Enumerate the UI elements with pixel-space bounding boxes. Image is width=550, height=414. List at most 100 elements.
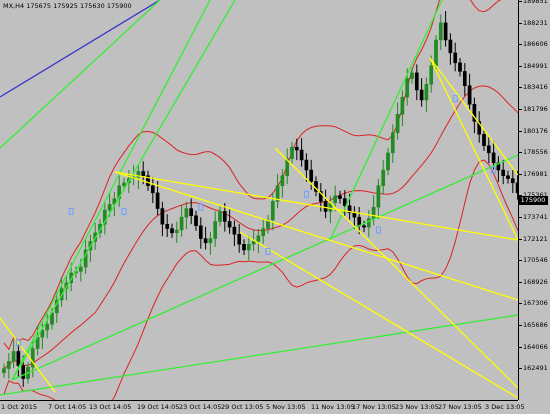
- candle-body: [189, 208, 194, 216]
- candle-body: [141, 171, 146, 176]
- candle-body: [227, 221, 232, 228]
- signal-marker: [121, 207, 127, 215]
- blue-trendline: [0, 0, 161, 98]
- time-tick-label: 7 Oct 14:05: [48, 403, 87, 411]
- symbol-timeframe: MX,H4: [3, 2, 25, 10]
- candle-body: [218, 211, 222, 222]
- candle-body: [390, 132, 395, 154]
- price-tick-mark: [519, 260, 522, 262]
- price-tick-mark: [519, 238, 522, 240]
- candle-body: [198, 225, 203, 239]
- chart-header: MX,H4 175675 175925 175630 175900: [3, 2, 132, 10]
- candle-body: [270, 201, 275, 221]
- candle-body: [294, 146, 299, 151]
- green-trendline-f: [329, 0, 443, 241]
- candle-body: [410, 72, 414, 79]
- signal-marker: [303, 190, 309, 198]
- price-tick-label: 189851: [523, 0, 548, 5]
- candle-body: [203, 238, 208, 244]
- time-tick-label: 23 Oct 14:05: [179, 403, 222, 411]
- candle-body: [170, 228, 174, 234]
- candle-body: [429, 65, 434, 85]
- price-tick-mark: [519, 22, 522, 24]
- candle-body: [232, 226, 237, 235]
- candle-body: [150, 185, 155, 194]
- candle-body: [251, 241, 256, 245]
- yellow-trendline-c: [274, 147, 518, 389]
- time-tick-label: 11 Nov 13:05: [311, 403, 355, 411]
- signal-marker: [375, 226, 381, 234]
- candle-body: [376, 185, 381, 208]
- price-tick-mark: [519, 325, 522, 326]
- candle-body: [462, 71, 467, 86]
- green-trendline-b: [11, 0, 211, 381]
- price-tick-label: 170546: [523, 256, 548, 265]
- candle-body: [333, 195, 338, 204]
- candle-body: [414, 72, 419, 91]
- candle-body: [122, 182, 126, 186]
- price-tick-label: 180176: [523, 126, 548, 135]
- price-plot-area[interactable]: MX,H4 175675 175925 175630 175900: [0, 0, 518, 400]
- candle-body: [395, 114, 400, 134]
- candle-body: [362, 225, 366, 228]
- candle-body: [256, 235, 261, 242]
- time-tick-label: 29 Oct 13:05: [221, 403, 264, 411]
- price-tick-mark: [519, 368, 522, 370]
- price-tick-label: 165686: [523, 321, 548, 329]
- candle-body: [6, 361, 11, 369]
- candle-body: [222, 211, 227, 222]
- candle-body: [261, 228, 266, 236]
- candle-body: [453, 52, 458, 64]
- candle-body: [338, 195, 342, 199]
- green-trendline-c: [11, 0, 236, 381]
- signal-marker: [68, 207, 74, 215]
- time-tick-label: 17 Nov 13:05: [352, 403, 396, 411]
- candle-body: [323, 201, 328, 212]
- time-axis[interactable]: 1 Oct 2015 7 Oct 14:05 13 Oct 14:05 19 Oct …: [0, 400, 525, 414]
- candle-body: [304, 159, 309, 171]
- candle-body: [11, 351, 16, 362]
- candle-body: [486, 145, 491, 154]
- chart-window[interactable]: MX,H4 175675 175925 175630 175900 189851…: [0, 0, 550, 414]
- price-tick-label: 164066: [523, 342, 548, 351]
- candle-body: [458, 62, 462, 72]
- candle-body: [506, 175, 510, 179]
- price-tick-label: 168926: [523, 277, 548, 286]
- current-price-label: 175900: [518, 195, 548, 205]
- price-tick-label: 186606: [523, 40, 548, 49]
- bollinger-upper-band: [3, 0, 502, 351]
- price-tick-label: 167306: [523, 299, 548, 308]
- candle-body: [419, 89, 424, 101]
- green-trendline-d: [11, 154, 518, 381]
- price-tick-label: 178556: [523, 148, 548, 157]
- candle-body: [16, 351, 21, 366]
- candle-body: [280, 175, 285, 186]
- candle-body: [174, 229, 179, 234]
- green-trendline-a: [0, 0, 161, 149]
- price-tick-mark: [519, 65, 522, 67]
- price-tick-mark: [519, 1, 522, 2]
- signal-marker: [452, 95, 458, 103]
- time-tick-label: 13 Oct 14:05: [89, 403, 132, 411]
- price-chart-svg[interactable]: [0, 0, 518, 400]
- ohlc-values: 175675 175925 175630 175900: [26, 2, 132, 10]
- candle-body: [400, 96, 405, 115]
- candle-body: [482, 134, 486, 146]
- candle-body: [309, 169, 314, 182]
- candle-body: [2, 368, 6, 374]
- price-tick-label: 172121: [523, 234, 548, 243]
- candle-body: [381, 169, 386, 186]
- candle-body: [352, 212, 357, 218]
- candle-body: [371, 206, 376, 219]
- candle-body: [443, 22, 448, 41]
- candle-body: [299, 149, 304, 161]
- candle-body: [213, 221, 218, 239]
- candle-body: [510, 178, 515, 184]
- price-tick-mark: [519, 109, 522, 110]
- time-tick-label: 5 Nov 13:05: [266, 403, 306, 411]
- candle-body: [194, 215, 198, 226]
- price-tick-mark: [519, 303, 522, 305]
- candle-body: [438, 22, 443, 41]
- price-tick-label: 181796: [523, 105, 548, 113]
- price-tick-mark: [519, 152, 522, 154]
